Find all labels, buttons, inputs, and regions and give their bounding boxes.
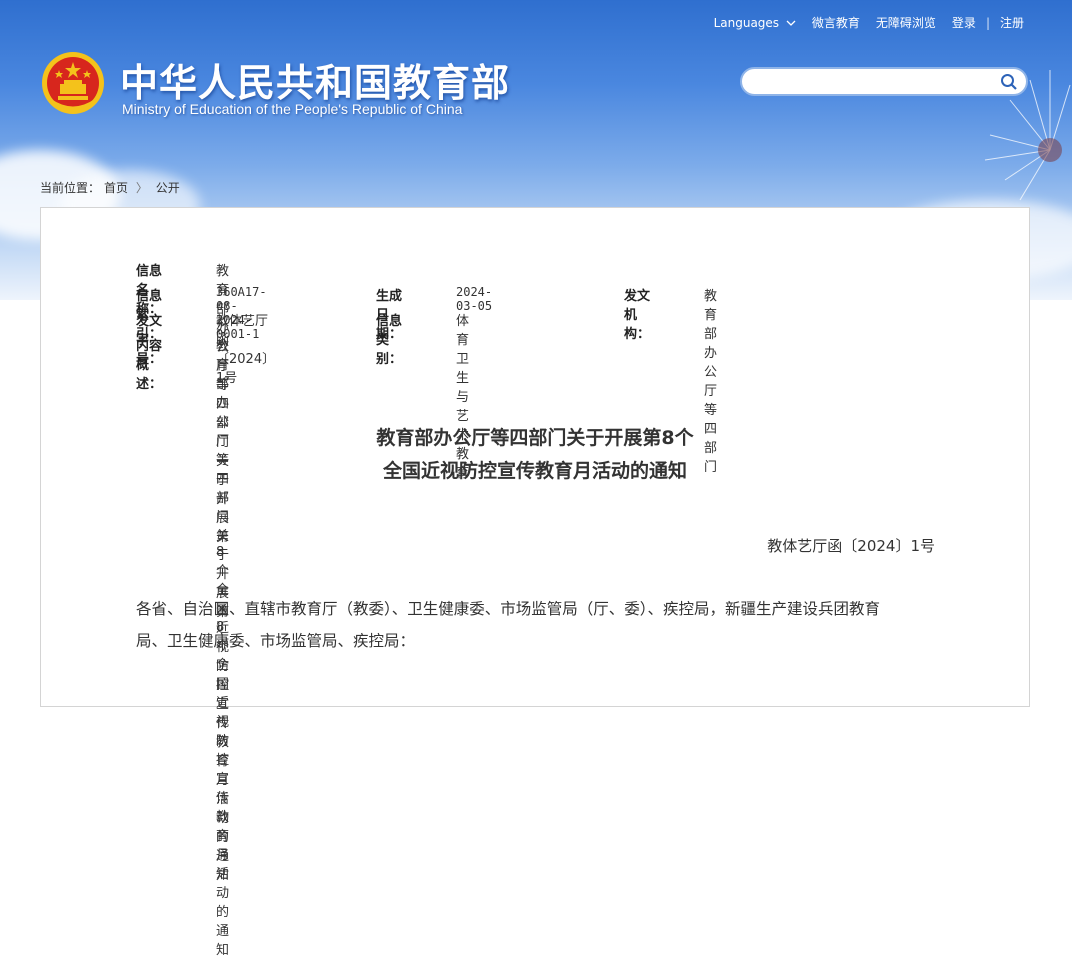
meta-org-label: 发文机构：: [624, 289, 651, 342]
national-emblem-icon[interactable]: [40, 50, 106, 116]
nav-separator: |: [985, 15, 990, 30]
document-title-line-1: 教育部办公厅等四部门关于开展第8个: [376, 427, 694, 449]
document-title: 教育部办公厅等四部门关于开展第8个 全国近视防控宣传教育月活动的通知: [41, 422, 1029, 488]
breadcrumb: 当前位置： 首页 〉 公开: [40, 179, 184, 196]
document-body: 各省、自治区、直辖市教育厅（教委）、卫生健康委、市场监管局（厅、委）、疾控局，新…: [136, 593, 936, 657]
chevron-down-icon: [786, 20, 796, 26]
meta-date-value: 2024-03-05: [456, 285, 493, 313]
document-body-line-1: 各省、自治区、直辖市教育厅（教委）、卫生健康委、市场监管局（厅、委）、疾控局，新…: [136, 600, 881, 618]
search-icon[interactable]: [1000, 73, 1018, 91]
breadcrumb-home[interactable]: 首页: [104, 181, 128, 195]
document-title-line-2: 全国近视防控宣传教育月活动的通知: [382, 460, 687, 482]
languages-label: Languages: [713, 15, 780, 30]
meta-category-label: 信息类别：: [376, 314, 403, 367]
meta-summary-label: 内容概述：: [136, 339, 163, 392]
weixin-link[interactable]: 微言教育: [806, 14, 866, 31]
search-box: [740, 67, 1028, 96]
languages-menu[interactable]: Languages: [708, 16, 802, 30]
site-title[interactable]: 中华人民共和国教育部: [120, 52, 510, 107]
accessibility-link[interactable]: 无障碍浏览: [870, 14, 942, 31]
search-input[interactable]: [754, 73, 998, 93]
breadcrumb-arrow: 〉: [135, 181, 148, 195]
document-number: 教体艺厅函〔2024〕1号: [767, 537, 935, 555]
site-subtitle: Ministry of Education of the People's Re…: [122, 101, 463, 117]
top-navigation: Languages 微言教育 无障碍浏览 登录 | 注册: [708, 14, 1030, 31]
breadcrumb-current[interactable]: 公开: [156, 181, 180, 195]
register-link[interactable]: 注册: [994, 14, 1030, 31]
content-panel: 信息名称： 教育部办公厅等四部门关于开展第8个全国近视防控宣传教育月活动的通知 …: [40, 207, 1030, 958]
breadcrumb-prefix: 当前位置：: [40, 181, 101, 195]
document-body-line-2: 局、卫生健康委、市场监管局、疾控局：: [136, 632, 416, 650]
login-link[interactable]: 登录: [946, 14, 982, 31]
